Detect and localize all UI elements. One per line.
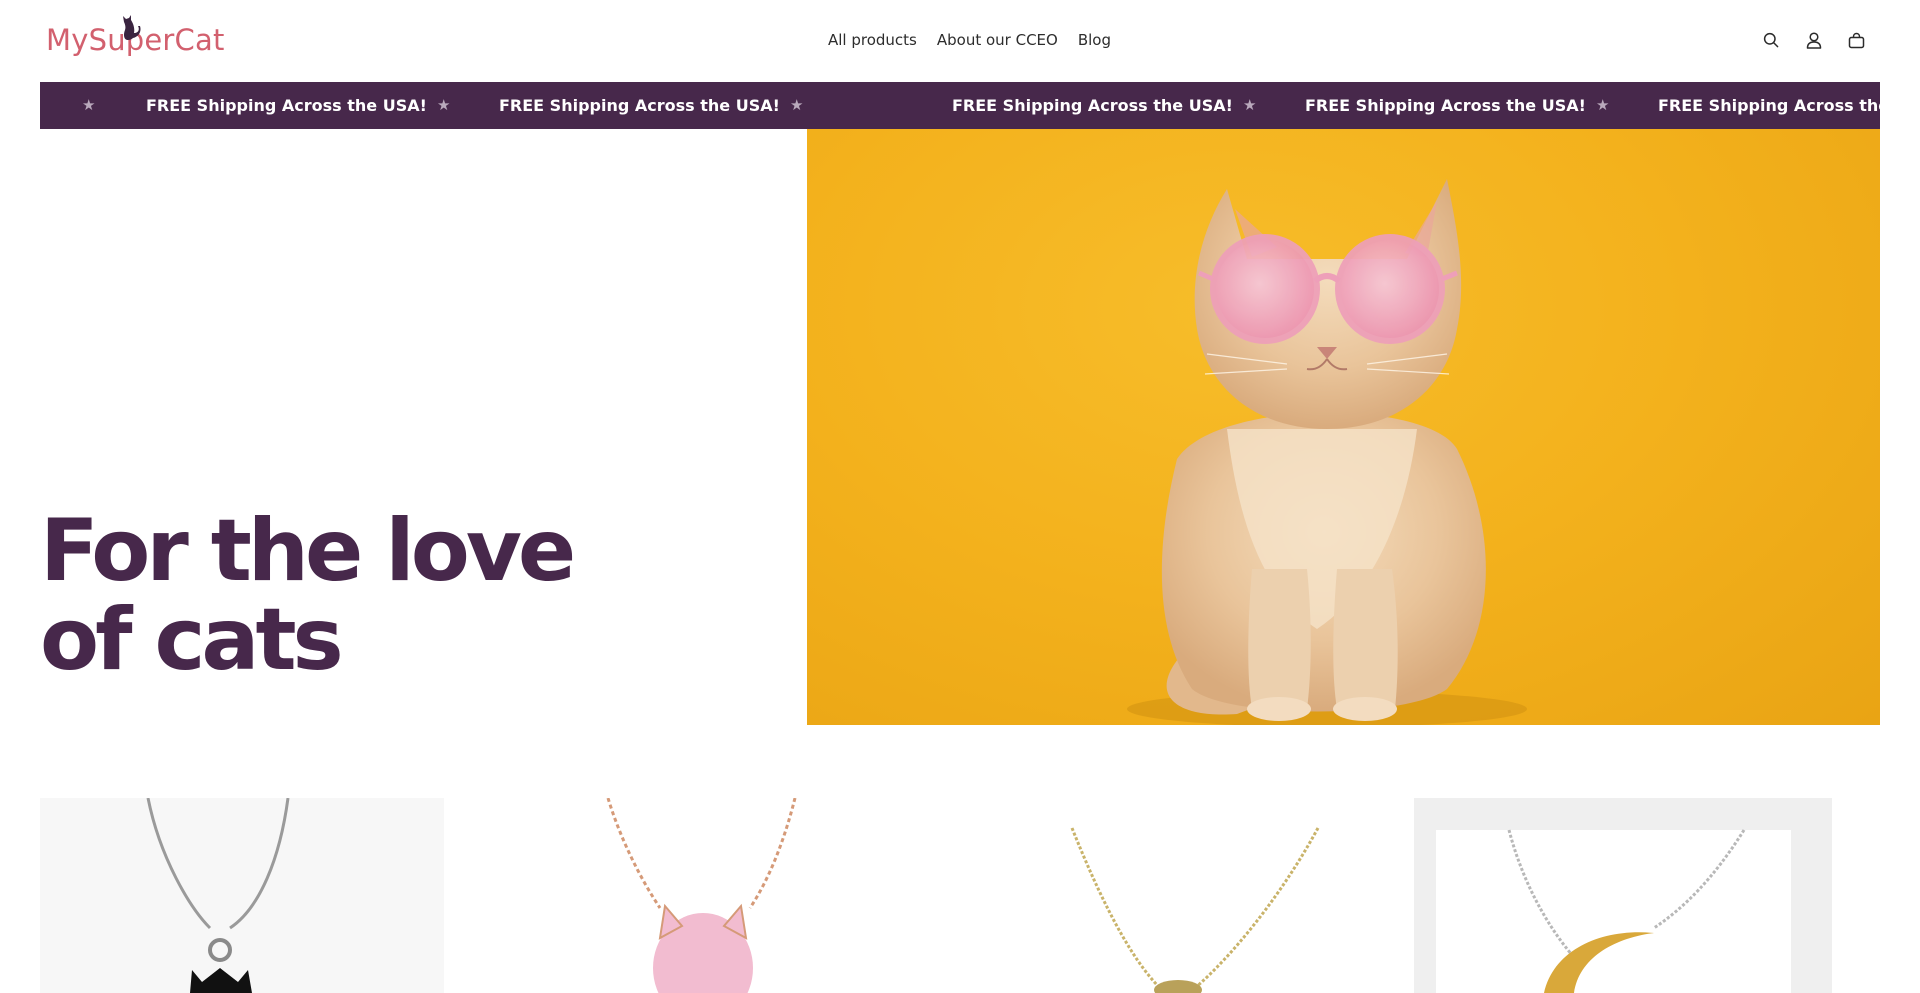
nav-all-products[interactable]: All products bbox=[828, 27, 917, 53]
product-card-2[interactable] bbox=[500, 798, 904, 993]
star-icon: ★ bbox=[437, 96, 451, 114]
cat-with-sunglasses-image bbox=[1127, 179, 1527, 725]
product-card-4[interactable] bbox=[1414, 798, 1832, 993]
star-icon: ★ bbox=[1596, 96, 1610, 114]
account-icon bbox=[1806, 31, 1821, 49]
hero-title-line-2: of cats bbox=[40, 590, 344, 690]
cart-icon bbox=[1848, 32, 1865, 48]
star-icon: ★ bbox=[82, 96, 96, 114]
hero-image bbox=[807, 129, 1880, 725]
product-image bbox=[1436, 829, 1791, 993]
cart-button[interactable] bbox=[1846, 28, 1867, 52]
announcement-text: FREE Shipping Across the USA! bbox=[1658, 96, 1880, 115]
hero-title-line-1: For the love bbox=[40, 501, 576, 601]
star-icon: ★ bbox=[1243, 96, 1257, 114]
main-nav: All products About our CCEO Blog bbox=[828, 27, 1131, 53]
search-button[interactable] bbox=[1760, 28, 1781, 52]
announcement-text: FREE Shipping Across the USA! bbox=[499, 96, 780, 115]
product-card-3[interactable] bbox=[960, 798, 1364, 993]
nav-about-cceo[interactable]: About our CCEO bbox=[937, 27, 1058, 53]
announcement-text: FREE Shipping Across the USA! bbox=[146, 96, 427, 115]
announcement-bar: ★ FREE Shipping Across the USA! ★ FREE S… bbox=[40, 82, 1880, 129]
hero-title: For the love of cats bbox=[40, 507, 760, 685]
announcement-text: FREE Shipping Across the USA! bbox=[1305, 96, 1586, 115]
logo-cat-icon bbox=[123, 15, 141, 40]
star-icon: ★ bbox=[790, 96, 804, 114]
nav-blog[interactable]: Blog bbox=[1078, 27, 1111, 53]
announcement-text: FREE Shipping Across the USA! bbox=[952, 96, 1233, 115]
product-card-1[interactable] bbox=[40, 798, 444, 993]
search-icon bbox=[1763, 32, 1778, 48]
account-button[interactable] bbox=[1803, 28, 1824, 52]
site-header: MySuperCat All products About our CCEO B… bbox=[0, 0, 1920, 82]
product-image bbox=[146, 798, 290, 993]
logo-link[interactable]: MySuperCat bbox=[46, 12, 224, 68]
product-row bbox=[40, 798, 1880, 993]
header-icons bbox=[1760, 28, 1867, 52]
product-image bbox=[606, 798, 797, 993]
product-image bbox=[1070, 827, 1320, 993]
